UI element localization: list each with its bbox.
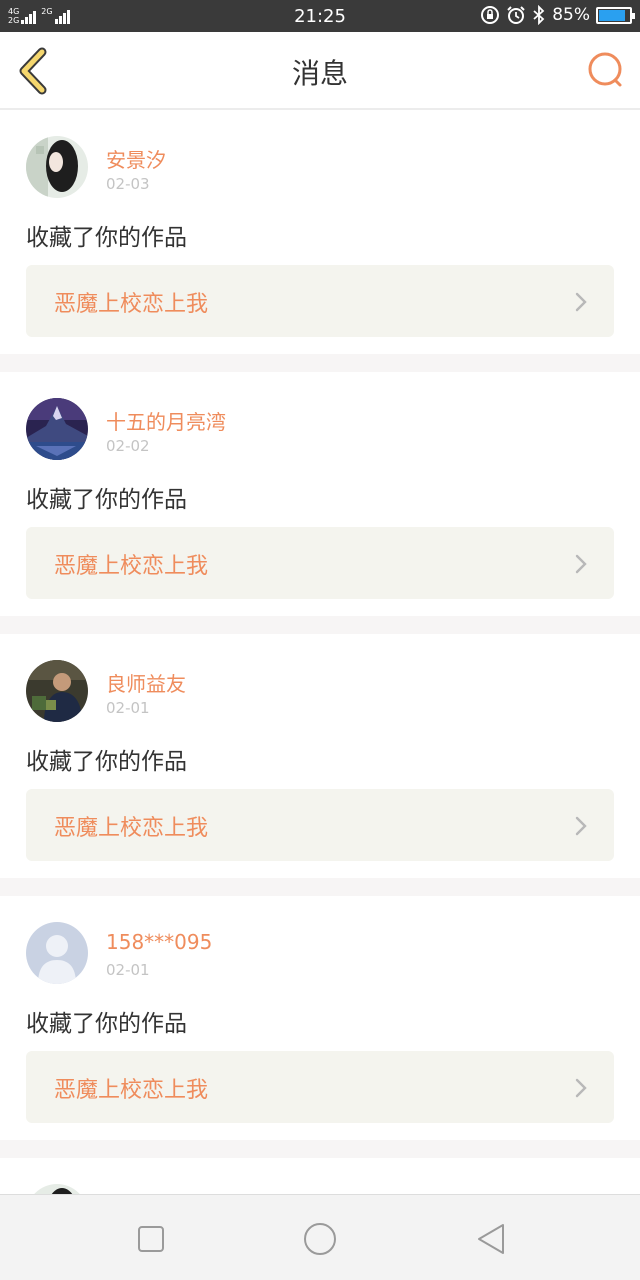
message-date: 02-02 [106,437,150,455]
action-text: 收藏了你的作品 [26,1011,187,1037]
user-name[interactable]: 十五的月亮湾 [106,406,226,435]
app-header: 消息 [0,32,640,110]
battery-icon [596,6,635,24]
search-icon [588,52,622,87]
work-link[interactable]: 恶魔上校恋上我 [26,789,614,861]
user-name[interactable]: 安景汐 [106,144,166,173]
message-card: 158***095 02-01 收藏了你的作品 恶魔上校恋上我 [0,896,640,1140]
message-list: 安景汐 02-03 收藏了你的作品 恶魔上校恋上我 十五的月亮湾 02-02 收… [0,110,640,1246]
user-name[interactable]: 158***095 [106,930,212,954]
work-title: 恶魔上校恋上我 [54,554,209,579]
avatar[interactable] [26,922,88,984]
avatar[interactable] [26,660,88,722]
work-title: 恶魔上校恋上我 [54,816,209,841]
search-button[interactable] [586,50,626,90]
work-title: 恶魔上校恋上我 [54,292,209,317]
avatar[interactable] [26,136,88,198]
recent-apps-icon [138,1226,164,1252]
work-link[interactable]: 恶魔上校恋上我 [26,265,614,337]
status-bar: 4G 2G 2G 21:25 85% [0,0,640,32]
action-text: 收藏了你的作品 [26,225,187,251]
rotation-lock-icon [480,5,500,25]
bluetooth-icon [532,5,546,25]
work-title: 恶魔上校恋上我 [54,1078,209,1103]
chevron-right-icon [575,292,587,312]
page-title: 消息 [291,57,348,90]
message-card: 安景汐 02-03 收藏了你的作品 恶魔上校恋上我 [0,110,640,354]
user-name[interactable]: 良师益友 [106,668,186,697]
message-date: 02-01 [106,699,150,717]
back-triangle-icon [478,1224,504,1254]
chevron-right-icon [575,816,587,836]
chevron-right-icon [575,554,587,574]
system-back-button[interactable] [470,1219,510,1259]
work-link[interactable]: 恶魔上校恋上我 [26,527,614,599]
battery-percent: 85% [552,5,590,25]
home-button[interactable] [300,1219,340,1259]
home-icon [304,1223,336,1255]
message-date: 02-03 [106,175,150,193]
action-text: 收藏了你的作品 [26,749,187,775]
default-user-icon [26,922,88,984]
message-card: 十五的月亮湾 02-02 收藏了你的作品 恶魔上校恋上我 [0,372,640,616]
battery-level [599,9,625,21]
avatar[interactable] [26,398,88,460]
recent-apps-button[interactable] [131,1219,171,1259]
chevron-right-icon [575,1078,587,1098]
message-card: 良师益友 02-01 收藏了你的作品 恶魔上校恋上我 [0,634,640,878]
action-text: 收藏了你的作品 [26,487,187,513]
work-link[interactable]: 恶魔上校恋上我 [26,1051,614,1123]
system-nav-bar [0,1194,640,1280]
message-date: 02-01 [106,961,150,979]
alarm-icon [506,5,526,25]
